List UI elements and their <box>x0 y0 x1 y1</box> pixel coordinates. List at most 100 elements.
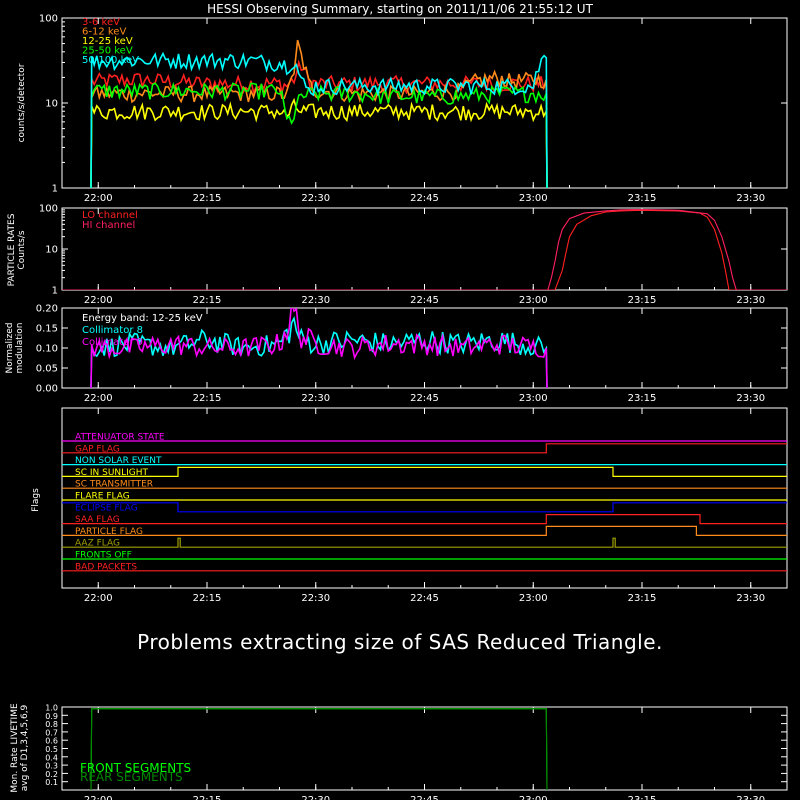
livetime-ylabel: Mon. Rate LIVETIMEavg of D1,3,4,5,6,9 <box>10 703 30 793</box>
count-rates-series-3-6-kev <box>90 59 548 188</box>
flag-label: SAA FLAG <box>75 515 120 525</box>
count-rates-panel: 22:00 22:15 22:30 22:45 23:00 23:15 23:30 1 10 10… <box>17 14 788 204</box>
flags-xtick-label: 23:30 <box>736 593 765 604</box>
modulation-xtick-label: 22:30 <box>301 393 330 404</box>
livetime-xtick-label: 22:15 <box>193 795 222 800</box>
particle-rates-legend-entry: HI channel <box>82 220 135 231</box>
count-rates-ytick-label: 10 <box>45 99 58 110</box>
particle-rates-series-lo-channel <box>62 209 787 290</box>
flag-label: ATTENUATOR STATE <box>75 433 165 443</box>
flag-label: NON SOLAR EVENT <box>75 456 162 466</box>
livetime-ytick-label: 0.9 <box>45 712 58 721</box>
flag-label: AAZ FLAG <box>75 539 120 549</box>
particle-rates-xtick-label: 23:15 <box>628 295 657 306</box>
count-rates-ylabel: counts/s/detector <box>17 63 27 142</box>
livetime-ytick-label: 0.5 <box>45 745 58 754</box>
modulation-xtick-label: 22:15 <box>193 393 222 404</box>
count-rates-ytick-label: 100 <box>39 14 58 25</box>
chart-panels: 22:00 22:15 22:30 22:45 23:00 23:15 23:3011010… <box>5 14 788 800</box>
particle-rates-xtick-label: 23:00 <box>519 295 548 306</box>
livetime-legend-entry: REAR SEGMENTS <box>80 770 183 784</box>
particle-rates-ytick-label: 100 <box>39 204 58 215</box>
flags-xtick-label: 22:45 <box>410 593 439 604</box>
count-rates-ylabel-line: counts/s/detector <box>17 63 27 142</box>
flag-trace-saa-flag <box>62 513 787 525</box>
livetime-ytick-label: 0.4 <box>45 753 58 762</box>
count-rates-plot-area <box>90 39 548 188</box>
modulation-xtick-label: 22:00 <box>84 393 113 404</box>
flag-label: FLARE FLAG <box>75 492 130 502</box>
flag-label: GAP FLAG <box>75 444 120 454</box>
livetime-ytick-label: 0.7 <box>45 728 58 737</box>
livetime-ytick-label: 0.8 <box>45 720 58 729</box>
particle-rates-xtick-label: 22:00 <box>84 295 113 306</box>
figure-title: HESSI Observing Summary, starting on 201… <box>207 2 593 16</box>
livetime-ytick-label: 0.6 <box>45 737 58 746</box>
particle-rates-ytick-label: 10 <box>45 245 58 256</box>
flag-label: FRONTS OFF <box>75 551 132 561</box>
flag-trace-aaz-flag <box>62 537 787 548</box>
flag-label: SC TRANSMITTER <box>75 480 153 490</box>
modulation-legend-entry: Collimator 8 <box>82 325 143 336</box>
particle-rates-xtick-label: 23:30 <box>736 295 765 306</box>
count-rates-series-25-50-kev <box>90 81 548 188</box>
modulation-ytick-label: 0.00 <box>36 384 58 395</box>
count-rates-xtick-label: 22:00 <box>84 193 113 204</box>
flags-xtick-label: 22:00 <box>84 593 113 604</box>
modulation-xtick-label: 23:00 <box>519 393 548 404</box>
count-rates-xtick-label: 23:15 <box>628 193 657 204</box>
particle-rates-frame <box>61 207 788 291</box>
modulation-xtick-label: 23:15 <box>628 393 657 404</box>
count-rates-xtick-label: 22:45 <box>410 193 439 204</box>
count-rates-frame <box>61 17 788 189</box>
flag-label: PARTICLE FLAG <box>75 527 143 537</box>
count-rates-legend-entry: 50-100 keV <box>82 55 139 66</box>
flags-xtick-label: 22:30 <box>301 593 330 604</box>
particle-rates-xtick-label: 22:15 <box>193 295 222 306</box>
observing-summary-figure: HESSI Observing Summary, starting on 201… <box>5 2 788 800</box>
livetime-xtick-label: 23:15 <box>628 795 657 800</box>
livetime-ytick-label: 0.2 <box>45 770 58 779</box>
flags-frame <box>61 407 788 589</box>
livetime-ytick-label: 0.1 <box>45 778 58 787</box>
livetime-xtick-label: 22:30 <box>301 795 330 800</box>
particle-rates-ylabel-line: PARTICLE RATES <box>7 213 17 286</box>
modulation-ylabel-line: Normalized <box>5 322 15 373</box>
flags-ylabel: Flags <box>31 488 41 512</box>
modulation-ytick-label: 0.05 <box>36 364 58 375</box>
particle-rates-ylabel: PARTICLE RATESCounts/s <box>7 213 27 286</box>
modulation-legend-entry: Collimator 9 <box>82 337 143 348</box>
livetime-ylabel-line: avg of D1,3,4,5,6,9 <box>20 704 30 791</box>
particle-rates-ytick-label: 1 <box>52 286 58 297</box>
modulation-ytick-label: 0.10 <box>36 344 58 355</box>
count-rates-xtick-label: 22:30 <box>301 193 330 204</box>
livetime-ytick-label: 1.0 <box>45 704 58 713</box>
flag-trace-sc-in-sunlight <box>62 466 787 477</box>
particle-rates-series-hi-channel <box>62 208 787 290</box>
livetime-xtick-label: 23:00 <box>519 795 548 800</box>
count-rates-series-12-25-kev <box>90 97 548 188</box>
flag-label: ECLIPSE FLAG <box>75 503 138 513</box>
status-message: Problems extracting size of SAS Reduced … <box>137 630 663 654</box>
count-rates-xtick-label: 23:30 <box>736 193 765 204</box>
modulation-xtick-label: 22:45 <box>410 393 439 404</box>
flags-xtick-label: 23:00 <box>519 593 548 604</box>
livetime-xtick-label: 22:45 <box>410 795 439 800</box>
flags-xtick-label: 22:15 <box>193 593 222 604</box>
modulation-annotation: Energy band: 12-25 keV <box>82 313 203 324</box>
modulation-ytick-label: 0.15 <box>36 324 58 335</box>
count-rates-series-50-100-kev <box>90 51 548 188</box>
flag-trace-eclipse-flag <box>62 502 787 513</box>
livetime-xtick-label: 23:30 <box>736 795 765 800</box>
particle-rates-ylabel-line: Counts/s <box>17 230 27 269</box>
particle-rates-xtick-label: 22:30 <box>301 295 330 306</box>
modulation-panel: 22:00 22:15 22:30 22:45 23:00 23:15 23:30 0.00 0… <box>5 304 788 404</box>
livetime-ytick-label: 0.3 <box>45 762 58 771</box>
flag-label: SC IN SUNLIGHT <box>75 468 149 478</box>
livetime-panel: 22:0022:1522:3022:4523:0023:1523:300.10.… <box>10 703 788 800</box>
particle-rates-plot-area <box>62 208 787 290</box>
flag-trace-particle-flag <box>62 525 787 537</box>
flag-trace-gap-flag <box>62 443 787 454</box>
modulation-ylabel-line: modulation <box>15 323 25 374</box>
count-rates-ytick-label: 1 <box>52 184 58 195</box>
